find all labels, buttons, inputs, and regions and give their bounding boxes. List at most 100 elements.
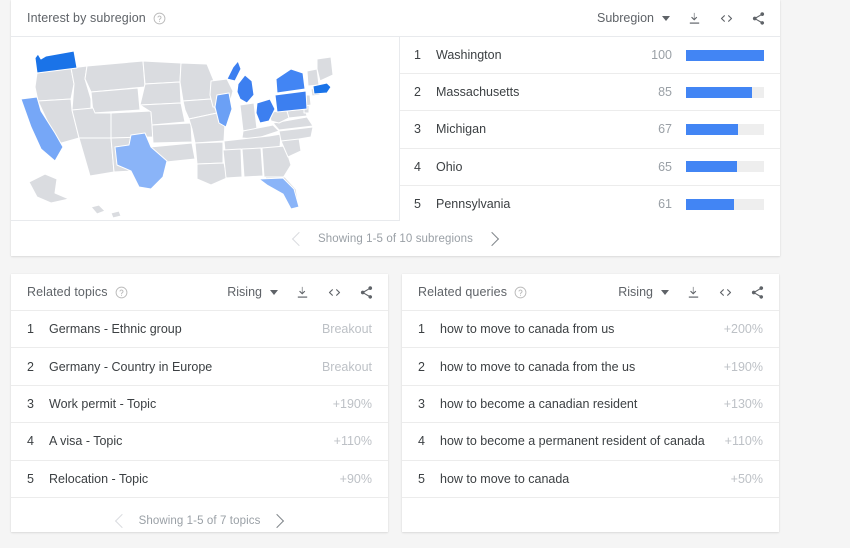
row-growth: +190% — [332, 396, 372, 411]
embed-icon[interactable] — [719, 11, 734, 26]
table-row[interactable]: 3 Michigan 67 — [400, 111, 780, 149]
help-circle-icon[interactable] — [153, 12, 166, 25]
row-rank: 2 — [414, 85, 421, 100]
share-icon[interactable] — [750, 285, 765, 300]
row-bar — [686, 123, 764, 135]
related-queries-toolbar: Rising — [618, 285, 765, 300]
embed-icon[interactable] — [718, 285, 733, 300]
row-growth: +190% — [723, 359, 763, 374]
row-bar-fill — [686, 198, 734, 210]
row-growth: +90% — [339, 471, 372, 486]
row-growth: +110% — [333, 434, 372, 449]
row-rank: 3 — [414, 122, 421, 137]
download-icon[interactable] — [686, 285, 701, 300]
help-circle-icon[interactable] — [514, 286, 527, 299]
list-item[interactable]: 3 Work permit - Topic +190% — [11, 384, 388, 422]
subregion-card-header: Interest by subregion Subregion — [11, 0, 780, 36]
subregion-select-label[interactable]: Subregion — [597, 11, 654, 25]
related-topics-header: Related topics Rising — [11, 274, 388, 310]
subregion-pager: Showing 1-5 of 10 subregions — [11, 221, 780, 256]
row-rank: 5 — [418, 471, 425, 486]
chevron-left-icon[interactable] — [114, 513, 129, 529]
row-value: 85 — [658, 85, 672, 100]
row-region-name: Michigan — [436, 122, 487, 137]
row-region-name: Ohio — [436, 159, 463, 174]
chevron-right-icon[interactable] — [270, 513, 285, 529]
list-item[interactable]: 1 Germans - Ethnic group Breakout — [11, 310, 388, 347]
row-growth: +50% — [730, 471, 763, 486]
list-item[interactable]: 3 how to become a canadian resident +130… — [402, 384, 779, 422]
row-query-name: how to become a canadian resident — [440, 396, 638, 411]
row-rank: 4 — [414, 159, 421, 174]
chevron-right-icon[interactable] — [484, 231, 500, 246]
list-item[interactable]: 5 Relocation - Topic +90% — [11, 459, 388, 497]
map-state-new-york — [275, 68, 306, 94]
table-row[interactable]: 1 Washington 100 — [400, 37, 780, 75]
row-topic-name: A visa - Topic — [49, 434, 123, 449]
row-query-name: how to move to canada from us — [440, 322, 615, 337]
related-topics-card: Related topics Rising 1 Germans - Ethnic… — [11, 274, 388, 532]
chevron-down-icon[interactable] — [662, 16, 670, 21]
row-topic-name: Work permit - Topic — [49, 396, 157, 411]
row-growth: Breakout — [321, 322, 372, 337]
row-bar-fill — [686, 86, 753, 98]
related-topics-pager: Showing 1-5 of 7 topics — [11, 496, 388, 544]
page-title: Interest by subregion — [27, 11, 146, 25]
pager-status: Showing 1-5 of 7 topics — [138, 514, 261, 527]
row-bar — [686, 161, 764, 173]
related-queries-header: Related queries Rising — [402, 274, 779, 310]
queries-sort-select-label[interactable]: Rising — [618, 285, 653, 299]
list-item[interactable]: 4 how to become a permanent resident of … — [402, 422, 779, 459]
trends-page: Interest by subregion Subregion 1 Washin… — [0, 0, 850, 548]
row-bar-fill — [686, 123, 739, 135]
related-queries-pager — [402, 496, 779, 544]
download-icon[interactable] — [295, 285, 310, 300]
row-rank: 2 — [27, 359, 34, 374]
table-row[interactable]: 4 Ohio 65 — [400, 149, 780, 186]
topics-sort-select-label[interactable]: Rising — [227, 285, 262, 299]
related-topics-title: Related topics — [27, 285, 108, 299]
list-item[interactable]: 4 A visa - Topic +110% — [11, 422, 388, 459]
table-row[interactable]: 2 Massachusetts 85 — [400, 74, 780, 112]
chevron-down-icon[interactable] — [661, 290, 669, 295]
row-bar — [686, 86, 764, 98]
share-icon[interactable] — [359, 285, 374, 300]
row-query-name: how to move to canada — [440, 471, 570, 486]
row-query-name: how to move to canada from the us — [440, 359, 636, 374]
list-item[interactable]: 5 how to move to canada +50% — [402, 459, 779, 497]
help-circle-icon[interactable] — [115, 286, 128, 299]
row-bar-fill — [686, 49, 764, 61]
row-bar — [686, 198, 764, 210]
row-value: 65 — [658, 159, 672, 174]
row-value: 100 — [651, 48, 672, 63]
row-value: 61 — [658, 197, 672, 212]
row-query-name: how to become a permanent resident of ca… — [440, 434, 705, 449]
embed-icon[interactable] — [327, 285, 342, 300]
row-value: 67 — [658, 122, 672, 137]
row-bar-fill — [686, 161, 737, 173]
subregion-pager-wrap: Showing 1-5 of 10 subregions — [11, 221, 780, 255]
chevron-down-icon[interactable] — [270, 290, 278, 295]
row-rank: 5 — [27, 471, 34, 486]
table-row[interactable]: 5 Pennsylvania 61 — [400, 186, 780, 223]
chevron-left-icon[interactable] — [291, 231, 307, 246]
row-growth: +200% — [723, 322, 763, 337]
subregion-toolbar: Subregion — [597, 11, 766, 26]
list-item[interactable]: 2 how to move to canada from the us +190… — [402, 347, 779, 384]
list-item[interactable]: 2 Germany - Country in Europe Breakout — [11, 347, 388, 384]
row-bar — [686, 49, 764, 61]
row-topic-name: Germans - Ethnic group — [49, 322, 182, 337]
list-item[interactable]: 1 how to move to canada from us +200% — [402, 310, 779, 347]
row-rank: 5 — [414, 197, 421, 212]
row-growth: Breakout — [321, 359, 372, 374]
row-rank: 3 — [418, 396, 425, 411]
row-topic-name: Relocation - Topic — [49, 471, 149, 486]
row-rank: 4 — [27, 434, 34, 449]
row-growth: +110% — [724, 434, 763, 449]
row-rank: 2 — [418, 359, 425, 374]
row-rank: 1 — [418, 322, 425, 337]
row-rank: 4 — [418, 434, 425, 449]
share-icon[interactable] — [751, 11, 766, 26]
us-choropleth-map[interactable] — [11, 37, 400, 221]
download-icon[interactable] — [687, 11, 702, 26]
